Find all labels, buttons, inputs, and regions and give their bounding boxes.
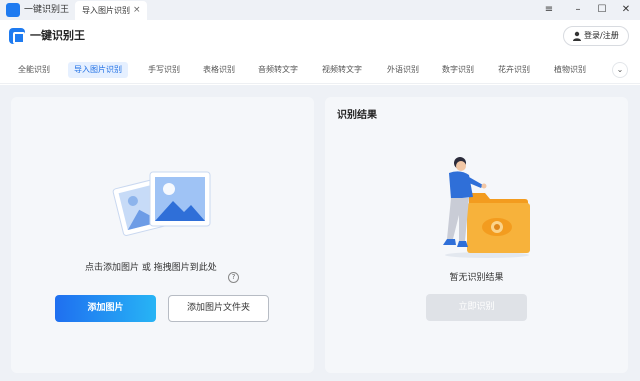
brand-name: 一键识别王 [30,29,85,42]
add-image-folder-button[interactable]: 添加图片文件夹 [168,295,269,322]
drop-hint-text: 点击添加图片 或 拖拽图片到此处 [85,263,217,273]
recognize-now-button[interactable]: 立即识别 [426,294,527,321]
close-icon[interactable]: ✕ [618,2,634,18]
add-image-button[interactable]: 添加图片 [55,295,156,322]
tab-close-icon[interactable]: × [133,4,141,17]
nav-item-number[interactable]: 数字识别 [442,62,474,78]
main-area: 点击添加图片 或 拖拽图片到此处 ? 添加图片 添加图片文件夹 识别结果 暂无识… [0,85,640,381]
title-bar: 一键识别王 导入图片识别 × ≡ – ☐ ✕ [0,0,640,20]
nav-item-table[interactable]: 表格识别 [203,62,235,78]
nav-item-flower[interactable]: 花卉识别 [498,62,530,78]
result-panel: 识别结果 暂无识别结果 立即识别 [325,97,628,373]
user-icon [573,31,581,41]
app-icon [6,3,20,17]
image-upload-illustration [112,171,211,236]
upload-panel[interactable]: 点击添加图片 或 拖拽图片到此处 ? 添加图片 添加图片文件夹 [11,97,314,373]
help-icon[interactable]: ? [228,272,239,283]
empty-result-illustration [443,157,530,258]
menu-icon[interactable]: ≡ [541,2,557,18]
app-header: 一键识别王 登录/注册 [0,20,640,52]
nav-more-chevron-icon[interactable]: ⌄ [612,62,628,78]
nav-item-video-to-text[interactable]: 视频转文字 [322,62,362,78]
window-app-title: 一键识别王 [24,5,70,15]
login-label: 登录/注册 [584,31,619,40]
nav-item-import-image[interactable]: 导入图片识别 [68,62,128,78]
app-logo-icon [9,28,25,44]
tab-label: 导入图片识别 [82,6,130,15]
minimize-icon[interactable]: – [570,2,586,18]
nav-item-all[interactable]: 全能识别 [18,62,50,78]
nav-item-foreign-language[interactable]: 外语识别 [387,62,419,78]
nav-item-plant[interactable]: 植物识别 [554,62,586,78]
nav-item-handwriting[interactable]: 手写识别 [148,62,180,78]
empty-result-label: 暂无识别结果 [449,273,504,283]
login-button[interactable]: 登录/注册 [563,26,629,46]
maximize-icon[interactable]: ☐ [594,2,610,18]
tab-import-image[interactable]: 导入图片识别 × [75,1,147,20]
nav-item-audio-to-text[interactable]: 音频转文字 [258,62,298,78]
feature-nav: 全能识别 导入图片识别 手写识别 表格识别 音频转文字 视频转文字 外语识别 数… [0,56,640,84]
result-title: 识别结果 [337,110,377,121]
